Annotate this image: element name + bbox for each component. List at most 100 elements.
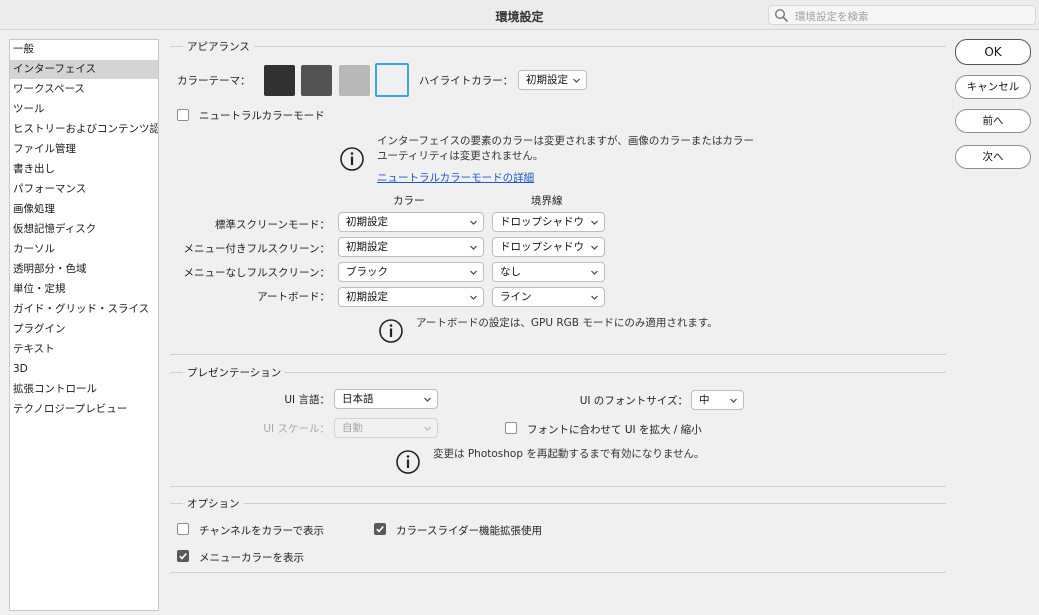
chevron-down-icon [730, 398, 737, 403]
highlight-color-value: 初期設定 [526, 74, 568, 86]
cancel-button[interactable]: キャンセル [955, 75, 1031, 99]
ui-language-value: 日本語 [342, 393, 374, 405]
info-icon [396, 450, 420, 474]
chevron-down-icon [470, 245, 477, 250]
border-column-header: 境界線 [531, 195, 563, 207]
full-screen-menu-border-select[interactable]: ドロップシャドウ [492, 237, 605, 257]
chevron-down-icon [591, 270, 598, 275]
sidebar-item-workspace[interactable]: ワークスペース [10, 80, 158, 99]
full-screen-label: メニューなしフルスクリーン： [183, 267, 330, 279]
neutral-mode-info-line2: ユーティリティは変更されません。 [377, 150, 544, 162]
artboard-note: アートボードの設定は、GPU RGB モードにのみ適用されます。 [416, 317, 718, 329]
sidebar-item-enhanced-controls[interactable]: 拡張コントロール [10, 380, 158, 399]
highlight-color-select[interactable]: 初期設定 [518, 70, 587, 90]
sidebar-item-type[interactable]: テキスト [10, 340, 158, 359]
ui-language-label: UI 言語： [284, 394, 330, 406]
chevron-down-icon [470, 295, 477, 300]
full-screen-color-select[interactable]: ブラック [338, 262, 484, 282]
info-icon [340, 147, 364, 171]
theme-swatch-medium[interactable] [339, 65, 370, 96]
chevron-down-icon [424, 426, 431, 431]
options-title: オプション [183, 496, 244, 511]
sidebar-item-interface[interactable]: インターフェイス [10, 60, 158, 79]
full-screen-menu-label: メニュー付きフルスクリーン： [183, 243, 330, 255]
ui-language-select[interactable]: 日本語 [334, 389, 438, 409]
sidebar-item-technology-previews[interactable]: テクノロジープレビュー [10, 400, 158, 419]
color-column-header: カラー [393, 195, 425, 207]
theme-swatch-dark[interactable] [301, 65, 332, 96]
standard-screen-mode-label: 標準スクリーンモード： [215, 219, 330, 231]
artboard-color-select[interactable]: 初期設定 [338, 287, 484, 307]
artboard-border-select[interactable]: ライン [492, 287, 605, 307]
standard-screen-border-value: ドロップシャドウ [500, 216, 584, 228]
artboard-label: アートボード： [257, 291, 330, 303]
preferences-category-list: 一般 インターフェイス ワークスペース ツール ヒストリーおよびコンテンツ認… … [9, 39, 159, 611]
artboard-color-value: 初期設定 [346, 291, 388, 303]
sidebar-item-plugins[interactable]: プラグイン [10, 320, 158, 339]
dynamic-color-sliders-checkbox[interactable] [374, 523, 386, 535]
info-icon [379, 319, 403, 343]
full-screen-menu-color-select[interactable]: 初期設定 [338, 237, 484, 257]
chevron-down-icon [424, 397, 431, 402]
ok-button[interactable]: OK [955, 39, 1031, 65]
next-button[interactable]: 次へ [955, 145, 1031, 169]
ui-font-size-value: 中 [699, 394, 710, 406]
chevron-down-icon [591, 245, 598, 250]
scale-ui-to-font-checkbox[interactable] [505, 422, 517, 434]
search-field[interactable]: 環境設定を検索 [768, 5, 1036, 25]
checkmark-icon [376, 525, 384, 533]
sidebar-item-tools[interactable]: ツール [10, 100, 158, 119]
highlight-color-label: ハイライトカラー： [419, 75, 514, 87]
show-menu-colors-checkbox[interactable] [177, 550, 189, 562]
neutral-color-mode-label: ニュートラルカラーモード [199, 110, 325, 122]
chevron-down-icon [591, 295, 598, 300]
presentation-title: プレゼンテーション [183, 365, 286, 380]
sidebar-item-units-rulers[interactable]: 単位・定規 [10, 280, 158, 299]
show-menu-colors-label: メニューカラーを表示 [199, 552, 304, 564]
artboard-border-value: ライン [500, 291, 532, 303]
sidebar-item-performance[interactable]: パフォーマンス [10, 180, 158, 199]
chevron-down-icon [470, 270, 477, 275]
ui-font-size-select[interactable]: 中 [691, 390, 744, 410]
sidebar-item-transparency-gamut[interactable]: 透明部分・色域 [10, 260, 158, 279]
scale-ui-to-font-label: フォントに合わせて UI を拡大 / 縮小 [527, 424, 702, 436]
sidebar-item-image-processing[interactable]: 画像処理 [10, 200, 158, 219]
dynamic-color-sliders-label: カラースライダー機能拡張使用 [396, 525, 543, 537]
full-screen-menu-color-value: 初期設定 [346, 241, 388, 253]
checkmark-icon [179, 552, 187, 560]
full-screen-menu-border-value: ドロップシャドウ [500, 241, 584, 253]
sidebar-item-file-handling[interactable]: ファイル管理 [10, 140, 158, 159]
search-icon [774, 8, 788, 22]
chevron-down-icon [591, 220, 598, 225]
ui-scale-label: UI スケール： [263, 423, 330, 435]
prev-button[interactable]: 前へ [955, 109, 1031, 133]
standard-screen-border-select[interactable]: ドロップシャドウ [492, 212, 605, 232]
title-bar: 環境設定 環境設定を検索 [0, 0, 1039, 30]
theme-swatch-darkest[interactable] [264, 65, 295, 96]
full-screen-border-select[interactable]: なし [492, 262, 605, 282]
sidebar-item-export[interactable]: 書き出し [10, 160, 158, 179]
show-channels-color-checkbox[interactable] [177, 523, 189, 535]
color-theme-label: カラーテーマ： [177, 75, 251, 87]
sidebar-item-general[interactable]: 一般 [10, 40, 158, 59]
full-screen-color-value: ブラック [346, 266, 388, 278]
ui-scale-value: 自動 [342, 422, 363, 434]
ui-scale-select: 自動 [334, 418, 438, 438]
neutral-color-mode-checkbox[interactable] [177, 109, 189, 121]
sidebar-item-cursors[interactable]: カーソル [10, 240, 158, 259]
sidebar-item-3d[interactable]: 3D [10, 360, 158, 379]
show-channels-color-label: チャンネルをカラーで表示 [199, 525, 325, 537]
full-screen-border-value: なし [500, 266, 521, 278]
neutral-mode-learn-more-link[interactable]: ニュートラルカラーモードの詳細 [377, 170, 534, 185]
sidebar-item-scratch-disks[interactable]: 仮想記憶ディスク [10, 220, 158, 239]
sidebar-item-history[interactable]: ヒストリーおよびコンテンツ認… [10, 120, 158, 139]
restart-note: 変更は Photoshop を再起動するまで有効になりません。 [433, 448, 705, 460]
chevron-down-icon [573, 78, 580, 83]
neutral-mode-info-line1: インターフェイスの要素のカラーは変更されますが、画像のカラーまたはカラー [377, 135, 754, 147]
sidebar-item-guides-grid-slices[interactable]: ガイド・グリッド・スライス [10, 300, 158, 319]
standard-screen-color-select[interactable]: 初期設定 [338, 212, 484, 232]
standard-screen-color-value: 初期設定 [346, 216, 388, 228]
appearance-title: アピアランス [183, 39, 254, 54]
theme-swatch-light[interactable] [375, 63, 409, 97]
search-input[interactable]: 環境設定を検索 [795, 9, 869, 24]
